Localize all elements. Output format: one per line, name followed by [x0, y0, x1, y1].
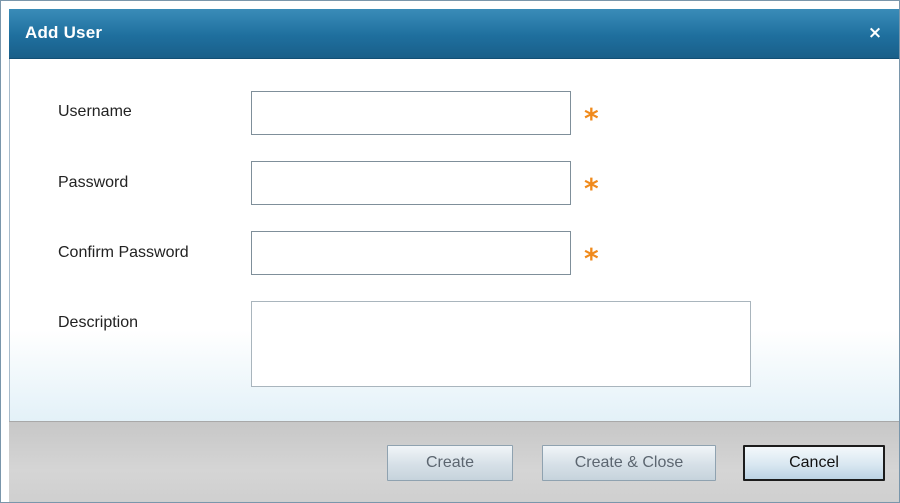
username-input[interactable] — [251, 91, 571, 135]
password-input[interactable] — [251, 161, 571, 205]
create-button[interactable]: Create — [387, 445, 513, 481]
password-required-asterisk-icon: * — [584, 172, 599, 205]
dialog-title-bar: Add User × — [9, 9, 899, 59]
create-and-close-button[interactable]: Create & Close — [542, 445, 716, 481]
cancel-button[interactable]: Cancel — [743, 445, 885, 481]
confirm-password-label: Confirm Password — [58, 244, 189, 261]
password-label: Password — [58, 174, 129, 191]
add-user-dialog: Add User × Username * Password * Confirm… — [0, 0, 900, 503]
confirm-password-input[interactable] — [251, 231, 571, 275]
dialog-title: Add User — [25, 23, 103, 42]
username-label: Username — [58, 103, 132, 120]
confirm-password-required-asterisk-icon: * — [584, 242, 599, 275]
username-required-asterisk-icon: * — [584, 102, 599, 135]
dialog-body: Username * Password * Confirm Password *… — [9, 59, 899, 421]
description-label: Description — [58, 314, 139, 331]
dialog-footer: Create Create & Close Cancel — [9, 421, 899, 502]
description-textarea[interactable] — [251, 301, 751, 387]
close-icon[interactable]: × — [865, 23, 885, 43]
